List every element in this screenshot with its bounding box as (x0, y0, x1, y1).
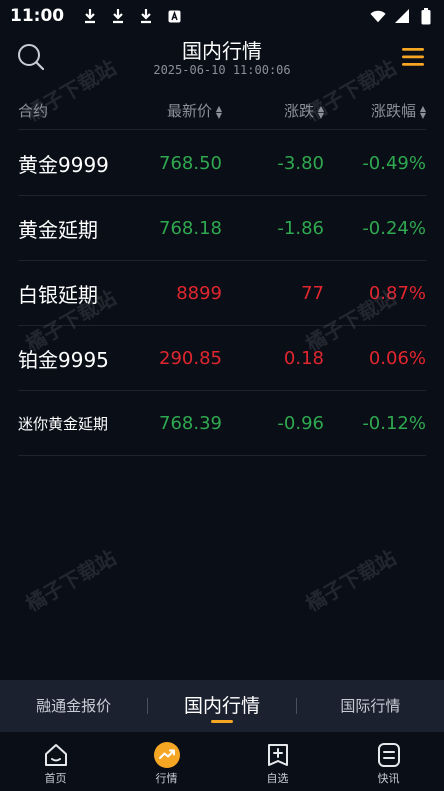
sort-icon: ▲ ▼ (317, 103, 324, 120)
sort-icon: ▲ ▼ (419, 103, 426, 120)
latest-price: 8899 (176, 282, 222, 304)
news-flash-icon (376, 742, 402, 768)
change-percent: 0.87% (368, 282, 426, 304)
notification-icons (82, 8, 182, 24)
column-price[interactable]: 最新价 ▲ ▼ (138, 100, 222, 121)
market-tabs: 融通金报价 国内行情 国际行情 (0, 680, 444, 732)
app-notification-icon (166, 8, 182, 24)
price-change: -3.80 (277, 152, 324, 174)
change-percent: 0.06% (368, 347, 426, 369)
tab-rongtong-quote[interactable]: 融通金报价 (0, 680, 147, 732)
latest-price: 290.85 (159, 347, 222, 369)
market-trend-icon (153, 742, 180, 768)
update-datetime: 2025-06-10 11:00:06 (153, 63, 291, 77)
nav-market[interactable]: 行情 (111, 732, 222, 791)
wifi-icon (370, 8, 386, 24)
tab-domestic-market[interactable]: 国内行情 (148, 680, 295, 732)
column-percent[interactable]: 涨跌幅 ▲ ▼ (324, 100, 426, 121)
nav-home[interactable]: 首页 (0, 732, 111, 791)
status-bar: 11:00 (0, 0, 444, 32)
column-percent-label: 涨跌幅 (370, 102, 416, 120)
menu-button[interactable] (400, 46, 426, 68)
table-row[interactable]: 黄金9999 768.50 -3.80 -0.49% (18, 131, 426, 196)
contract-name: 黄金9999 (18, 152, 109, 177)
table-row[interactable]: 迷你黄金延期 768.39 -0.96 -0.12% (18, 391, 426, 456)
sort-icon: ▲ ▼ (215, 103, 222, 120)
download-icon (138, 8, 154, 24)
price-change: 0.18 (283, 347, 324, 369)
home-icon (43, 742, 69, 768)
signal-icon (394, 8, 410, 24)
column-change-label: 涨跌 (283, 102, 314, 120)
page-header: 国内行情 2025-06-10 11:00:06 (0, 32, 444, 90)
tab-international-market[interactable]: 国际行情 (297, 680, 444, 732)
contract-name: 铂金9995 (18, 347, 109, 372)
system-icons (370, 7, 434, 24)
contract-name: 白银延期 (18, 282, 98, 307)
table-row[interactable]: 铂金9995 290.85 0.18 0.06% (18, 326, 426, 391)
page-title: 国内行情 (182, 39, 262, 63)
nav-watchlist[interactable]: 自选 (222, 732, 333, 791)
table-row[interactable]: 黄金延期 768.18 -1.86 -0.24% (18, 196, 426, 261)
nav-market-label: 行情 (155, 772, 178, 785)
latest-price: 768.18 (159, 217, 222, 239)
nav-news[interactable]: 快讯 (333, 732, 444, 791)
column-contract: 合约 (18, 102, 49, 120)
status-time: 11:00 (10, 6, 65, 26)
nav-home-label: 首页 (44, 772, 67, 785)
change-percent: -0.49% (362, 152, 426, 174)
battery-icon (418, 7, 434, 24)
price-change: 77 (301, 282, 324, 304)
quote-list: 黄金9999 768.50 -3.80 -0.49% 黄金延期 768.18 -… (18, 131, 426, 456)
watermark: 橘子下载站 (301, 545, 401, 617)
download-icon (110, 8, 126, 24)
contract-name: 迷你黄金延期 (18, 414, 109, 433)
table-row[interactable]: 白银延期 8899 77 0.87% (18, 261, 426, 326)
bottom-navigation: 首页 行情 自选 快讯 (0, 732, 444, 791)
menu-icon (402, 48, 424, 66)
price-change: -1.86 (277, 217, 324, 239)
contract-name: 黄金延期 (18, 217, 98, 242)
table-header: 合约 最新价 ▲ ▼ 涨跌 ▲ ▼ 涨跌幅 ▲ ▼ (18, 92, 426, 130)
latest-price: 768.39 (159, 412, 222, 434)
column-price-label: 最新价 (166, 102, 212, 120)
nav-news-label: 快讯 (377, 772, 400, 785)
change-percent: -0.12% (362, 412, 426, 434)
nav-watchlist-label: 自选 (266, 772, 289, 785)
change-percent: -0.24% (362, 217, 426, 239)
add-favorite-icon (265, 742, 291, 768)
watermark: 橘子下载站 (21, 545, 121, 617)
download-icon (82, 8, 98, 24)
price-change: -0.96 (277, 412, 324, 434)
column-change[interactable]: 涨跌 ▲ ▼ (222, 100, 324, 121)
latest-price: 768.50 (159, 152, 222, 174)
